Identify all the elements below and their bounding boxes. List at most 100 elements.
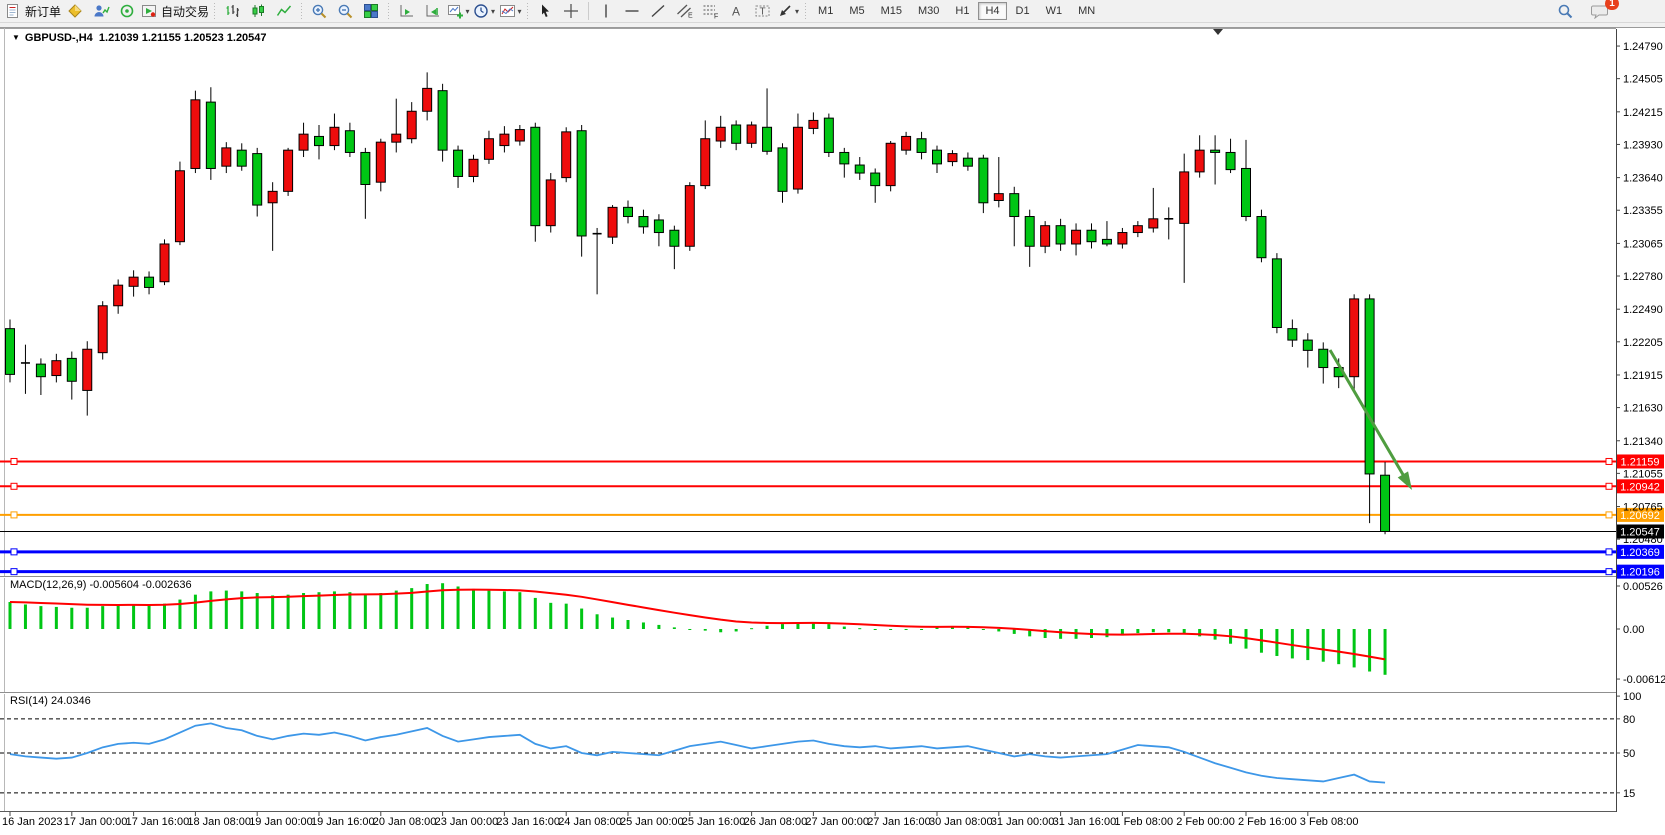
timeframe-h4-button[interactable]: H4 bbox=[978, 2, 1006, 20]
macd-histogram-bar bbox=[333, 591, 336, 629]
vertical-line-button[interactable] bbox=[594, 1, 618, 21]
text-label-icon: T bbox=[754, 3, 771, 19]
notifications-button[interactable]: 1 bbox=[1588, 1, 1612, 21]
candle-up bbox=[98, 306, 107, 353]
horizontal-line-button[interactable] bbox=[620, 1, 644, 21]
new-order-button[interactable]: 新订单 bbox=[5, 1, 61, 21]
equidistant-channel-button[interactable]: E bbox=[672, 1, 696, 21]
zoom-out-button[interactable] bbox=[333, 1, 357, 21]
crosshair-button[interactable] bbox=[559, 1, 583, 21]
toolbar-grip bbox=[213, 3, 216, 19]
timeframe-h1-button[interactable]: H1 bbox=[948, 2, 976, 20]
date-label: 2 Feb 16:00 bbox=[1238, 816, 1297, 828]
timeframe-m5-button[interactable]: M5 bbox=[842, 2, 871, 20]
line-chart-mode-button[interactable] bbox=[272, 1, 296, 21]
date-label: 23 Jan 00:00 bbox=[435, 816, 499, 828]
search-button[interactable] bbox=[1553, 1, 1577, 21]
macd-histogram-bar bbox=[132, 604, 135, 629]
price-badge-label: 1.20547 bbox=[1620, 526, 1660, 538]
chart-shift-button[interactable] bbox=[420, 1, 444, 21]
metaeditor-button[interactable] bbox=[89, 1, 113, 21]
macd-histogram-bar bbox=[503, 591, 506, 629]
line-handle[interactable] bbox=[1606, 483, 1612, 489]
collapse-arrow-icon[interactable]: ▼ bbox=[12, 33, 20, 42]
chevron-down-icon: ▾ bbox=[795, 7, 799, 16]
svg-text:T: T bbox=[759, 7, 765, 18]
macd-histogram-bar bbox=[209, 591, 212, 629]
candlestick-chart-icon bbox=[250, 3, 266, 19]
candle-up bbox=[392, 134, 401, 142]
line-handle[interactable] bbox=[1606, 512, 1612, 518]
text-button[interactable]: A bbox=[724, 1, 748, 21]
candle-down bbox=[654, 220, 663, 233]
trendline-button[interactable] bbox=[646, 1, 670, 21]
line-handle[interactable] bbox=[1606, 458, 1612, 464]
line-handle[interactable] bbox=[11, 569, 17, 575]
chart-shift-icon bbox=[424, 3, 441, 19]
mql5-community-button[interactable] bbox=[63, 1, 87, 21]
candle-up bbox=[608, 207, 617, 237]
date-label: 24 Jan 08:00 bbox=[558, 816, 622, 828]
chart-canvas[interactable]: 1.247901.245051.242151.239301.236401.233… bbox=[0, 28, 1665, 835]
candle-down bbox=[1087, 230, 1096, 241]
periods-button[interactable]: ▾ bbox=[472, 1, 496, 21]
zoom-out-icon bbox=[337, 3, 354, 20]
line-handle[interactable] bbox=[11, 512, 17, 518]
timeframe-d1-button[interactable]: D1 bbox=[1009, 2, 1037, 20]
indicators-button[interactable]: ▾ bbox=[498, 1, 522, 21]
macd-histogram-bar bbox=[874, 629, 877, 630]
trendline-icon bbox=[650, 3, 666, 19]
cursor-button[interactable] bbox=[533, 1, 557, 21]
date-label: 27 Jan 16:00 bbox=[867, 816, 931, 828]
macd-histogram-bar bbox=[55, 607, 58, 629]
zoom-in-button[interactable] bbox=[307, 1, 331, 21]
macd-histogram-bar bbox=[673, 627, 676, 629]
ohlc-low: 1.20523 bbox=[184, 32, 224, 44]
arrows-icon bbox=[777, 3, 793, 19]
signals-button[interactable] bbox=[115, 1, 139, 21]
line-handle[interactable] bbox=[11, 549, 17, 555]
macd-histogram-bar bbox=[1059, 629, 1062, 639]
macd-histogram-bar bbox=[1105, 629, 1108, 637]
auto-trading-button[interactable]: 自动交易 bbox=[141, 1, 209, 21]
timeframe-m1-button[interactable]: M1 bbox=[811, 2, 840, 20]
price-tick-label: 1.21630 bbox=[1623, 403, 1663, 415]
price-badge-label: 1.20692 bbox=[1620, 510, 1660, 522]
candlestick-mode-button[interactable] bbox=[246, 1, 270, 21]
timeframe-w1-button[interactable]: W1 bbox=[1039, 2, 1070, 20]
macd-histogram-bar bbox=[843, 627, 846, 629]
macd-histogram-bar bbox=[86, 608, 89, 629]
candle-down bbox=[1025, 217, 1034, 247]
timeframe-m15-button[interactable]: M15 bbox=[874, 2, 909, 20]
mt4-window: 新订单 自动交易 bbox=[0, 0, 1665, 835]
rsi-tick-label: 80 bbox=[1623, 714, 1635, 726]
date-label: 19 Jan 00:00 bbox=[249, 816, 313, 828]
horizontal-line-icon bbox=[624, 3, 640, 19]
line-handle[interactable] bbox=[11, 458, 17, 464]
candle-up bbox=[423, 88, 432, 111]
bar-chart-mode-button[interactable] bbox=[220, 1, 244, 21]
fibonacci-button[interactable]: F bbox=[698, 1, 722, 21]
line-handle[interactable] bbox=[11, 483, 17, 489]
candle-down bbox=[1056, 226, 1065, 244]
macd-histogram-bar bbox=[395, 591, 398, 629]
macd-histogram-bar bbox=[596, 614, 599, 629]
date-label: 17 Jan 00:00 bbox=[64, 816, 128, 828]
tile-windows-button[interactable] bbox=[359, 1, 383, 21]
timeframe-mn-button[interactable]: MN bbox=[1071, 2, 1102, 20]
text-label-button[interactable]: T bbox=[750, 1, 774, 21]
auto-scroll-button[interactable] bbox=[394, 1, 418, 21]
line-handle[interactable] bbox=[1606, 549, 1612, 555]
new-chart-button[interactable]: ▾ bbox=[446, 1, 470, 21]
price-badge-label: 1.20196 bbox=[1620, 567, 1660, 579]
price-tick-label: 1.23930 bbox=[1623, 139, 1663, 151]
date-label: 25 Jan 16:00 bbox=[682, 816, 746, 828]
macd-histogram-bar bbox=[1136, 629, 1139, 633]
timeframe-m30-button[interactable]: M30 bbox=[911, 2, 946, 20]
diamond-icon bbox=[66, 3, 84, 19]
chevron-down-icon: ▾ bbox=[466, 7, 470, 16]
macd-histogram-bar bbox=[905, 629, 908, 630]
line-handle[interactable] bbox=[1606, 569, 1612, 575]
macd-histogram-bar bbox=[580, 609, 583, 629]
arrows-button[interactable]: ▾ bbox=[776, 1, 800, 21]
